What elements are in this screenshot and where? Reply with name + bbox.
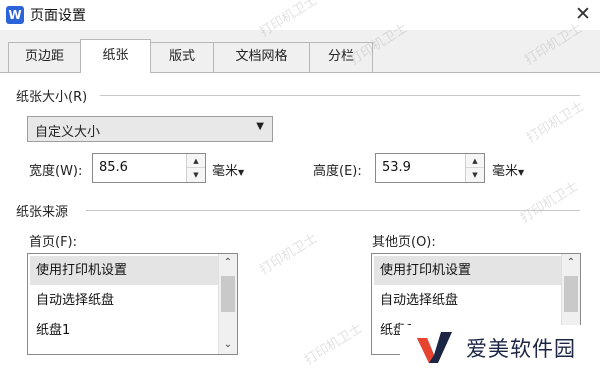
brand-watermark: 爱美软件园 (400, 325, 600, 369)
height-input[interactable]: 53.9 (382, 160, 411, 175)
list-item[interactable]: 纸盘1 (30, 316, 218, 345)
spin-up-icon[interactable]: ▲ (187, 154, 205, 168)
width-unit-label: 毫米 (212, 164, 239, 179)
chevron-down-icon: ▼ (238, 168, 245, 177)
other-pages-label: 其他页(O): (372, 235, 436, 250)
spin-up-icon[interactable]: ▲ (466, 154, 484, 168)
list-item[interactable]: 使用打印机设置 (374, 256, 561, 285)
height-label: 高度(E): (313, 164, 362, 179)
scroll-up-icon[interactable]: ⌃ (562, 254, 580, 272)
scrollbar-thumb[interactable] (564, 276, 578, 312)
scroll-down-icon[interactable]: ⌄ (219, 336, 237, 354)
paper-source-heading: 纸张来源 (16, 201, 73, 220)
chevron-down-icon: ▼ (256, 121, 264, 132)
tab-layout[interactable]: 版式 (150, 42, 214, 72)
scrollbar[interactable]: ⌃ ⌄ (218, 254, 237, 354)
spin-down-icon[interactable]: ▼ (466, 168, 484, 182)
width-stepper[interactable]: 85.6 ▲ ▼ (92, 153, 206, 183)
tab-document-grid[interactable]: 文档网格 (213, 42, 310, 72)
height-unit-dropdown[interactable]: 毫米▼ (492, 160, 524, 179)
tab-strip: 页边距 纸张 版式 文档网格 分栏 (0, 39, 600, 73)
tab-margins[interactable]: 页边距 (8, 42, 81, 72)
first-page-tray-list[interactable]: 使用打印机设置 自动选择纸盘 纸盘1 ⌃ ⌄ (27, 253, 238, 355)
height-stepper[interactable]: 53.9 ▲ ▼ (375, 153, 485, 183)
height-stepper-buttons: ▲ ▼ (465, 154, 484, 182)
width-label: 宽度(W): (29, 164, 83, 179)
paper-size-select[interactable]: 自定义大小 ▼ (27, 116, 273, 142)
chevron-down-icon: ▼ (518, 168, 525, 177)
scroll-up-icon[interactable]: ⌃ (219, 254, 237, 272)
list-item[interactable]: 自动选择纸盘 (30, 286, 218, 315)
tab-paper[interactable]: 纸张 (80, 39, 151, 73)
width-input[interactable]: 85.6 (99, 160, 128, 175)
width-unit-dropdown[interactable]: 毫米▼ (212, 160, 244, 179)
wps-writer-icon: W (6, 6, 24, 24)
brand-logo-icon (417, 332, 452, 363)
list-item[interactable]: 使用打印机设置 (30, 256, 218, 285)
section-divider (86, 210, 580, 211)
paper-size-selected: 自定义大小 (35, 125, 101, 140)
paper-size-heading: 纸张大小(R) (16, 86, 92, 105)
spin-down-icon[interactable]: ▼ (187, 168, 205, 182)
height-unit-label: 毫米 (492, 164, 519, 179)
brand-name: 爱美软件园 (466, 337, 576, 361)
width-stepper-buttons: ▲ ▼ (186, 154, 205, 182)
scrollbar-thumb[interactable] (221, 276, 235, 312)
first-page-label: 首页(F): (29, 235, 78, 250)
list-item[interactable]: 自动选择纸盘 (374, 286, 561, 315)
section-divider (100, 95, 580, 96)
dialog-title: 页面设置 (30, 8, 86, 24)
